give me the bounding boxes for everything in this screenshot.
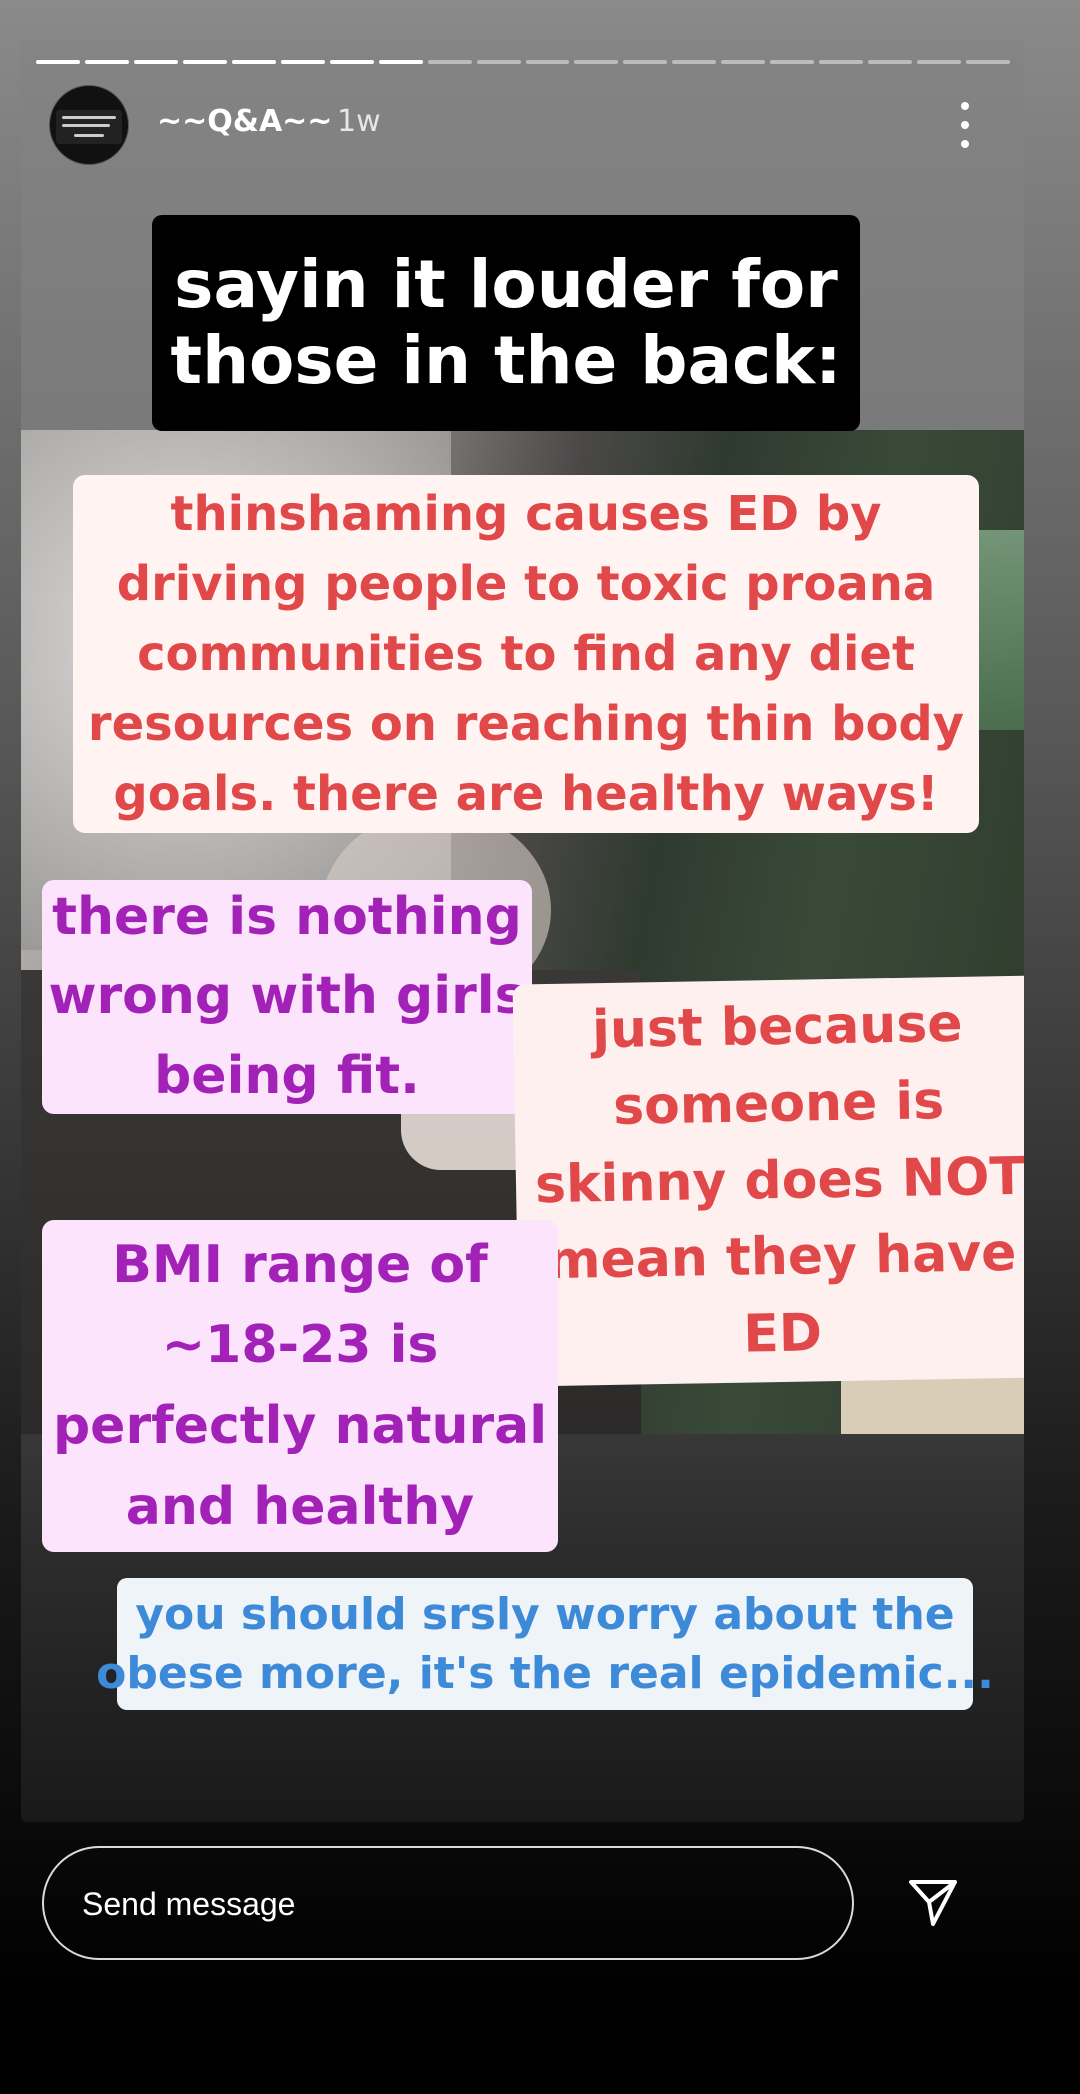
more-vertical-icon[interactable] [955,102,975,148]
sticker-line: and healthy [125,1476,475,1537]
bmi-sticker: BMI range of ~18-23 is perfectly natural… [42,1220,558,1552]
sticker-line: perfectly natural [52,1396,548,1456]
progress-segment [721,60,766,64]
progress-segment [966,60,1011,64]
avatar-text-line [62,124,110,127]
sticker-line: driving people to toxic proana [116,555,936,612]
obese-question-sticker: you should srsly worry about the obese m… [96,1578,994,1710]
progress-segment [917,60,962,64]
progress-segment [280,60,325,64]
sticker-line: there is nothing [52,886,522,947]
sticker-line: wrong with girls [48,966,526,1027]
progress-segment [84,60,129,64]
sticker-line: you should srsly worry about the [135,1588,955,1640]
sticker-line: sayin it louder for [174,246,838,324]
post-time: 1w [337,104,381,139]
progress-segment [574,60,619,64]
progress-segment [476,60,521,64]
progress-segment [819,60,864,64]
progress-segment [182,60,227,64]
progress-segment [525,60,570,64]
progress-segment [770,60,815,64]
story-frame[interactable]: ~~Q&A~~ 1w sayin it louder for those in … [21,40,1024,1822]
sticker-line: someone is [612,1070,945,1137]
avatar-text-line [62,116,116,119]
username[interactable]: ~~Q&A~~ [157,104,332,139]
headline-sticker: sayin it louder for those in the back: [152,215,860,431]
skinny-sticker: just because someone is skinny does NOT … [512,975,1024,1387]
sticker-line: communities to find any diet [137,625,915,682]
send-message-input[interactable]: Send message [42,1846,854,1960]
send-paper-plane-icon[interactable] [905,1874,961,1930]
sticker-line: obese more, it's the real epidemic... [96,1648,994,1699]
sticker-line: thinshaming causes ED by [170,485,882,542]
sticker-line: goals. there are healthy ways! [113,766,939,823]
avatar-text-line [74,134,104,137]
sticker-line: ~18-23 is [161,1315,439,1376]
progress-segment [427,60,472,64]
avatar[interactable] [49,85,129,165]
progress-segment [133,60,178,64]
progress-segment [378,60,423,64]
progress-segment [329,60,374,64]
send-message-placeholder: Send message [82,1886,296,1922]
progress-segment [231,60,276,64]
sticker-line: mean they have [545,1223,1017,1292]
progress-segment [36,60,80,64]
story-progress-bar [36,60,1011,65]
sticker-line: skinny does NOT [534,1146,1024,1215]
thinshaming-sticker: thinshaming causes ED by driving people … [73,475,979,833]
sticker-line: resources on reaching thin body [87,696,965,753]
progress-segment [623,60,668,64]
nothing-wrong-sticker: there is nothing wrong with girls being … [42,880,532,1114]
sticker-line: ED [742,1303,823,1366]
sticker-line: just because [591,993,964,1060]
sticker-line: being fit. [154,1045,420,1106]
sticker-line: BMI range of [112,1234,488,1295]
sticker-line: those in the back: [170,322,842,399]
progress-segment [672,60,717,64]
progress-segment [868,60,913,64]
